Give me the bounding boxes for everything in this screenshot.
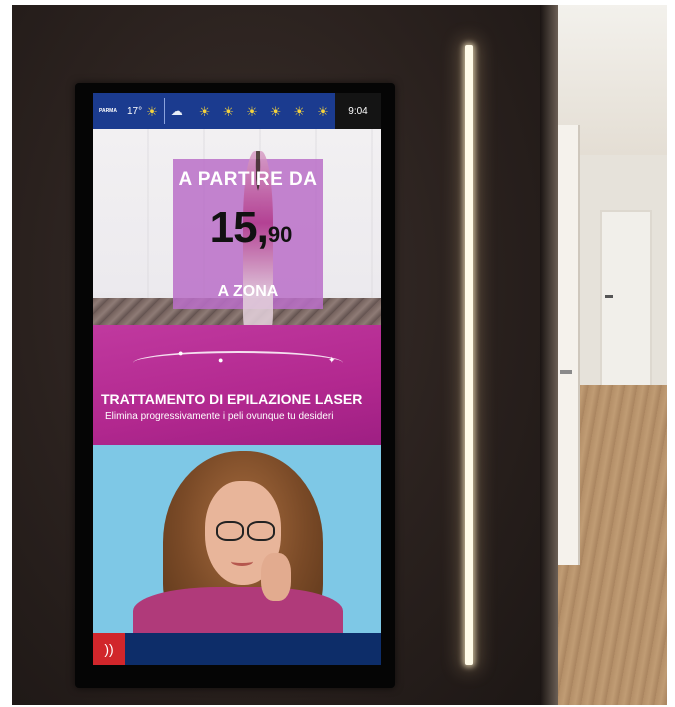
glasses-right-lens xyxy=(247,521,275,541)
temperature: 17° xyxy=(127,105,143,117)
portrait-hand xyxy=(261,553,291,601)
glasses-left-lens xyxy=(216,521,244,541)
forecast-row: ☀ ☀ ☀ ☀ ☀ ☀ xyxy=(187,105,329,118)
price-decimal: 90 xyxy=(267,222,293,247)
corridor xyxy=(540,5,667,705)
sun-icon: ☀ xyxy=(222,103,235,119)
sparkle-icon: ✦ xyxy=(328,355,336,365)
promo-headline: A PARTIRE DA xyxy=(178,169,318,190)
sun-icon: ☀ xyxy=(198,103,211,119)
led-light-strip xyxy=(465,45,473,665)
sparkle-icon: ● xyxy=(218,355,224,365)
price-integer: 15, xyxy=(209,203,269,252)
corridor-far-door xyxy=(600,210,652,389)
city-label: PARMA xyxy=(99,108,117,114)
sun-icon: ☀ xyxy=(269,103,282,119)
side-door xyxy=(558,125,580,565)
portrait-sweater xyxy=(133,587,343,633)
side-door-handle xyxy=(560,370,572,374)
treatment-banner xyxy=(93,325,381,445)
sun-icon: ☀ xyxy=(317,103,329,119)
sparkle-icon: ● xyxy=(178,348,184,358)
treatment-title: TRATTAMENTO DI EPILAZIONE LASER xyxy=(101,391,363,407)
rss-icon: )) xyxy=(93,633,125,665)
treatment-subtitle: Elimina progressivamente i peli ovunque … xyxy=(105,411,334,422)
clock: 9:04 xyxy=(335,93,381,129)
door-handle xyxy=(605,295,613,298)
digital-signage-screen: PARMA 17° ☀ ☁ ☀ ☀ ☀ ☀ ☀ ☀ 9:04 A PARTIRE… xyxy=(93,93,381,665)
portrait-ad xyxy=(93,445,381,633)
decorative-swoosh xyxy=(133,351,343,375)
portrait-smile xyxy=(231,557,253,566)
cloud-icon: ☁ xyxy=(170,104,183,118)
promo-price: 15,90 xyxy=(176,203,326,253)
promo-zone: A ZONA xyxy=(217,283,279,300)
wall-edge xyxy=(540,5,558,705)
sun-icon: ☀ xyxy=(146,103,158,119)
sun-icon: ☀ xyxy=(246,103,258,119)
ticker-bar xyxy=(93,633,381,665)
weather-divider xyxy=(163,98,165,124)
weather-bar: PARMA 17° ☀ ☁ ☀ ☀ ☀ ☀ ☀ ☀ 9:04 xyxy=(93,93,381,129)
photo-scene: PARMA 17° ☀ ☁ ☀ ☀ ☀ ☀ ☀ ☀ 9:04 A PARTIRE… xyxy=(0,0,675,707)
sun-icon: ☀ xyxy=(293,103,306,119)
